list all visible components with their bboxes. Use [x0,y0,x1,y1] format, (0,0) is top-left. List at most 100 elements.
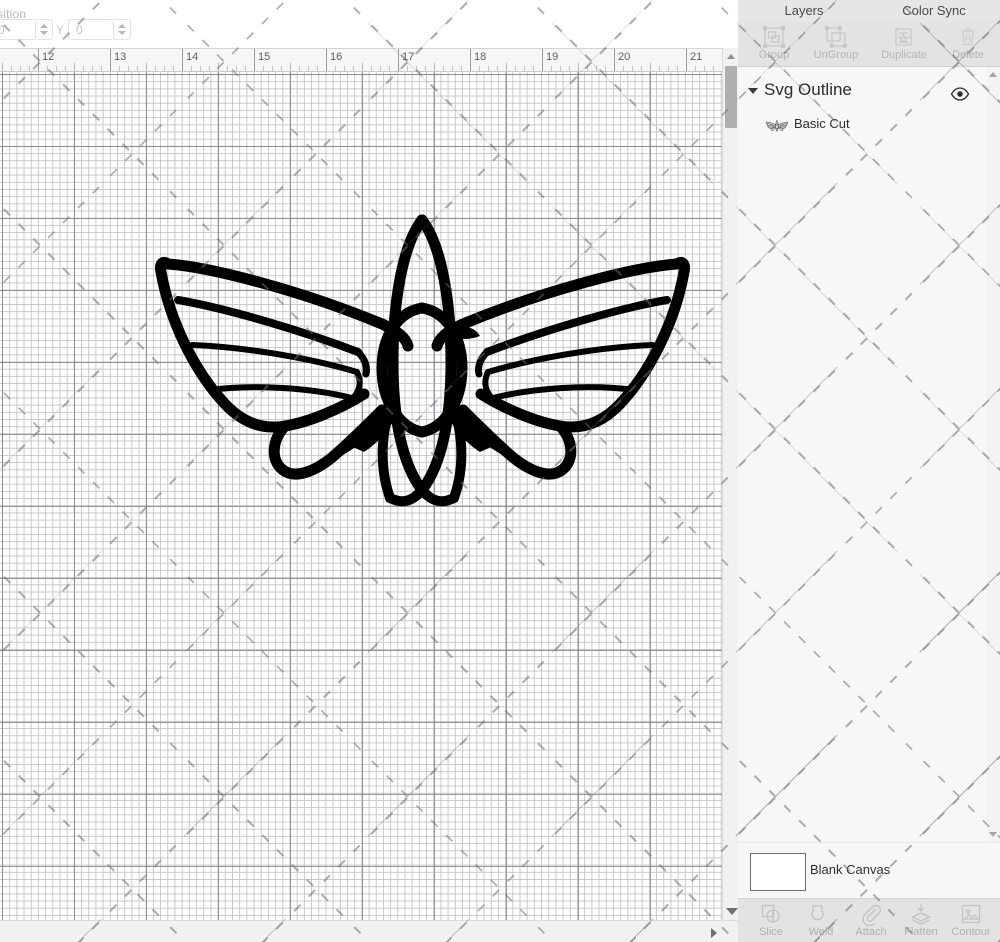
ruler-minor-tick [560,66,561,71]
ruler-minor-tick [371,66,372,71]
ruler-minor-tick [56,66,57,71]
ungroup-button[interactable]: UnGroup [804,24,868,65]
ruler-minor-tick [209,66,210,71]
ruler-minor-tick [569,66,570,71]
ruler-label: 17 [402,51,414,63]
scroll-down-arrow-icon[interactable] [989,832,997,837]
ruler-minor-tick [290,63,291,71]
ruler-label: 19 [546,51,558,63]
ruler-major-tick [398,48,399,71]
canvas-vertical-scrollbar[interactable] [722,48,738,920]
ruler-minor-tick [641,66,642,71]
ruler-label: 14 [186,51,198,63]
paperclip-icon [846,902,896,926]
weld-button[interactable]: Weld [796,900,846,942]
stepper-up-icon[interactable] [40,24,48,28]
ruler-minor-tick [101,66,102,71]
ruler-minor-tick [164,66,165,71]
stepper-up-icon[interactable] [118,24,126,28]
ruler-minor-tick [704,66,705,71]
ruler-minor-tick [596,66,597,71]
ruler-minor-tick [650,63,651,71]
scroll-up-arrow-icon[interactable] [727,54,735,59]
canvas-layer-row[interactable]: Blank Canvas [738,842,1000,898]
stepper-down-icon[interactable] [40,31,48,35]
artwork-winged-emblem[interactable] [150,212,695,512]
group-button[interactable]: Group [742,24,806,65]
layer-item-basic-cut[interactable]: Basic Cut [738,111,986,141]
tab-layers[interactable]: Layers [740,0,868,24]
tab-color-sync[interactable]: Color Sync [870,0,998,22]
x-position-stepper[interactable] [36,19,53,40]
slice-icon [746,902,796,926]
y-position-input[interactable]: 0 [68,19,114,40]
x-position-input[interactable]: 0 [0,19,36,40]
ruler-minor-tick [668,66,669,71]
ruler-major-tick [686,48,687,71]
ruler-minor-tick [47,66,48,71]
ruler-minor-tick [83,66,84,71]
vertical-scroll-thumb[interactable] [725,66,737,128]
group-icon [742,26,806,48]
duplicate-button[interactable]: Duplicate [872,24,936,65]
stepper-down-icon[interactable] [118,31,126,35]
ruler-minor-tick [11,66,12,71]
layer-actions-toolbar: Group UnGroup [738,22,1000,67]
ruler-minor-tick [524,66,525,71]
ruler-minor-tick [434,63,435,71]
eye-icon[interactable] [950,87,970,101]
layer-group-svg-outline[interactable]: Svg Outline [738,75,986,107]
ruler-major-tick [254,48,255,71]
ruler-major-tick [182,48,183,71]
ruler-minor-tick [155,66,156,71]
blank-canvas-label: Blank Canvas [810,862,890,877]
scroll-up-arrow-icon[interactable] [989,72,997,77]
layer-list: Svg Outline [738,67,986,842]
ruler-minor-tick [272,66,273,71]
y-position-value: 0 [76,23,83,37]
ruler-minor-tick [335,66,336,71]
delete-button[interactable]: Delete [936,24,1000,65]
ruler-minor-tick [695,66,696,71]
ruler-minor-tick [146,63,147,71]
delete-label: Delete [936,49,1000,61]
x-position-value: 0 [0,23,5,37]
ruler-minor-tick [497,66,498,71]
layer-list-scrollbar[interactable] [986,67,1000,842]
shape-operations-toolbar: Slice Weld Attach [738,898,1000,942]
winged-emblem-thumbnail-icon [766,115,788,137]
scroll-right-arrow-icon[interactable] [711,928,717,938]
layer-item-label: Basic Cut [794,116,850,131]
contour-button[interactable]: Contour [946,900,996,942]
scroll-down-arrow-icon[interactable] [726,908,738,915]
slice-label: Slice [746,926,796,938]
chevron-down-icon[interactable] [748,88,758,94]
attach-label: Attach [846,926,896,938]
ruler-label: 13 [114,51,126,63]
weld-icon [796,902,846,926]
ungroup-icon [804,26,868,48]
y-axis-label: Y [56,23,64,37]
flatten-button[interactable]: Flatten [896,900,946,942]
ruler-minor-tick [533,66,534,71]
ruler-minor-tick [200,66,201,71]
ruler-minor-tick [578,63,579,71]
canvas-horizontal-scrollbar[interactable] [0,920,738,942]
blank-canvas-thumbnail[interactable] [750,853,806,891]
layer-group-label: Svg Outline [764,80,852,100]
ruler-major-tick [110,48,111,71]
ruler-minor-tick [263,66,264,71]
ruler-major-tick [326,48,327,71]
ruler-major-tick [614,48,615,71]
ruler-minor-tick [191,66,192,71]
design-canvas[interactable] [0,72,722,920]
layers-panel: Layers Color Sync Group [738,0,1000,942]
horizontal-ruler[interactable]: 12131415161718192021 [0,48,722,72]
slice-button[interactable]: Slice [746,900,796,942]
trash-icon [936,26,1000,48]
y-position-stepper[interactable] [114,19,131,40]
ruler-minor-tick [425,66,426,71]
ungroup-label: UnGroup [804,49,868,61]
attach-button[interactable]: Attach [846,900,896,942]
ruler-minor-tick [416,66,417,71]
